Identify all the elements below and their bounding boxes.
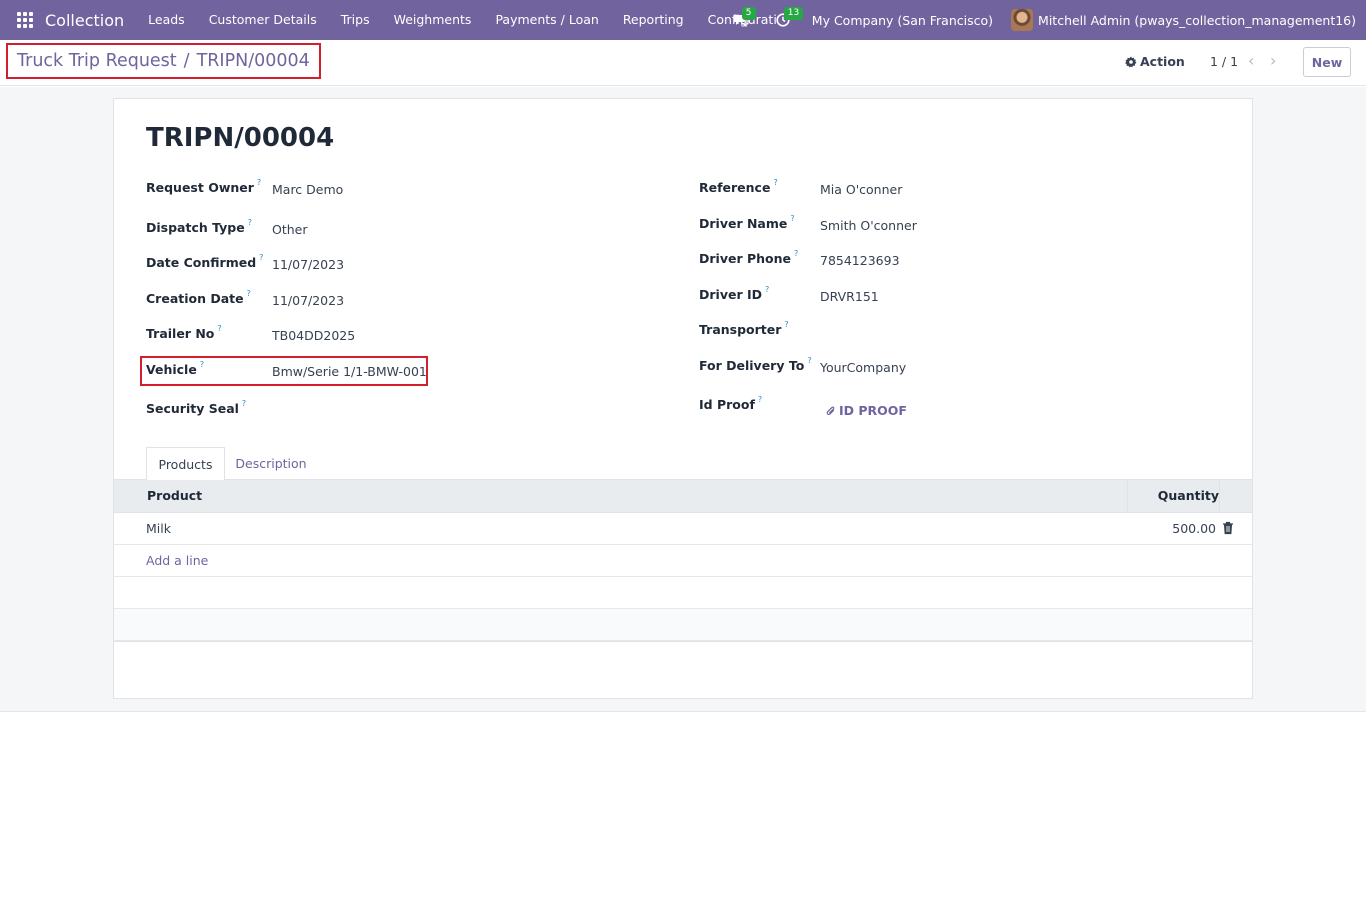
control-panel: Truck Trip Request / TRIPN/00004 Action … xyxy=(0,40,1366,86)
field-reference[interactable]: Mia O'conner xyxy=(820,182,902,197)
column-product[interactable]: Product xyxy=(147,488,202,503)
record-title: TRIPN/00004 xyxy=(146,123,335,153)
label-driver-name: Driver Name? xyxy=(699,214,795,231)
label-for-delivery-to: For Delivery To? xyxy=(699,356,812,373)
label-id-proof: Id Proof? xyxy=(699,395,763,412)
top-navbar: Collection Leads Customer Details Trips … xyxy=(0,0,1366,40)
label-vehicle: Vehicle? xyxy=(146,360,205,377)
cell-product[interactable]: Milk xyxy=(146,521,171,536)
messages-icon[interactable]: 5 xyxy=(728,0,756,40)
breadcrumb-current: TRIPN/00004 xyxy=(196,51,310,71)
user-name: Mitchell Admin (pways_collection_managem… xyxy=(1038,12,1356,28)
column-divider xyxy=(1127,480,1128,512)
field-driver-id[interactable]: DRVR151 xyxy=(820,289,879,304)
action-label: Action xyxy=(1140,54,1185,69)
new-button[interactable]: New xyxy=(1303,47,1351,77)
label-driver-phone: Driver Phone? xyxy=(699,249,799,266)
tab-products[interactable]: Products xyxy=(146,447,225,480)
trash-icon[interactable] xyxy=(1222,521,1234,535)
label-creation-date: Creation Date? xyxy=(146,289,251,306)
avatar xyxy=(1011,9,1034,31)
user-menu[interactable]: Mitchell Admin (pways_collection_managem… xyxy=(1011,9,1356,31)
action-button[interactable]: Action xyxy=(1125,54,1185,69)
field-creation-date[interactable]: 11/07/2023 xyxy=(272,293,344,308)
tab-description[interactable]: Description xyxy=(226,447,316,480)
label-request-owner: Request Owner? xyxy=(146,178,262,195)
activities-badge: 13 xyxy=(783,7,804,20)
label-reference: Reference? xyxy=(699,178,778,195)
field-trailer-no[interactable]: TB04DD2025 xyxy=(272,328,355,343)
pager-value[interactable]: 1 / 1 xyxy=(1210,54,1238,69)
pager-next-icon[interactable]: › xyxy=(1270,51,1276,70)
label-transporter: Transporter? xyxy=(699,320,789,337)
list-header: Product Quantity xyxy=(114,479,1252,513)
label-security-seal: Security Seal? xyxy=(146,399,247,416)
breadcrumb-parent[interactable]: Truck Trip Request xyxy=(17,51,177,71)
menu-payments-loan[interactable]: Payments / Loan xyxy=(483,0,610,40)
menu-trips[interactable]: Trips xyxy=(329,0,382,40)
column-quantity[interactable]: Quantity xyxy=(1158,488,1219,503)
apps-menu-icon[interactable] xyxy=(10,0,40,40)
label-dispatch-type: Dispatch Type? xyxy=(146,218,252,235)
messages-badge: 5 xyxy=(741,7,756,20)
id-proof-attachment[interactable]: ID PROOF xyxy=(826,403,907,418)
breadcrumb: Truck Trip Request / TRIPN/00004 xyxy=(6,43,321,79)
field-request-owner[interactable]: Marc Demo xyxy=(272,182,343,197)
menu-customer-details[interactable]: Customer Details xyxy=(197,0,329,40)
menu-leads[interactable]: Leads xyxy=(136,0,197,40)
field-driver-phone[interactable]: 7854123693 xyxy=(820,253,900,268)
list-footer xyxy=(114,641,1252,642)
field-driver-name[interactable]: Smith O'conner xyxy=(820,218,917,233)
company-switcher[interactable]: My Company (San Francisco) xyxy=(812,13,993,28)
cell-quantity[interactable]: 500.00 xyxy=(1172,521,1216,536)
column-divider xyxy=(1219,480,1220,512)
menu-reporting[interactable]: Reporting xyxy=(611,0,696,40)
gear-icon xyxy=(1125,56,1137,67)
field-vehicle[interactable]: Bmw/Serie 1/1-BMW-001 xyxy=(272,364,427,379)
label-trailer-no: Trailer No? xyxy=(146,324,222,341)
menu-weighments[interactable]: Weighments xyxy=(382,0,484,40)
field-dispatch-type[interactable]: Other xyxy=(272,222,308,237)
table-row[interactable]: Milk 500.00 xyxy=(114,513,1252,545)
activities-clock-icon[interactable]: 13 xyxy=(770,0,804,40)
paperclip-icon xyxy=(826,405,835,415)
label-driver-id: Driver ID? xyxy=(699,285,770,302)
breadcrumb-separator: / xyxy=(183,51,190,71)
table-row: Add a line xyxy=(114,545,1252,577)
app-brand[interactable]: Collection xyxy=(45,11,124,30)
pager-previous-icon[interactable]: ‹ xyxy=(1248,51,1254,70)
label-date-confirmed: Date Confirmed? xyxy=(146,253,264,270)
table-row xyxy=(114,577,1252,609)
field-date-confirmed[interactable]: 11/07/2023 xyxy=(272,257,344,272)
id-proof-label: ID PROOF xyxy=(839,403,907,418)
field-for-delivery-to[interactable]: YourCompany xyxy=(820,360,906,375)
add-line-link[interactable]: Add a line xyxy=(146,553,208,568)
table-row xyxy=(114,609,1252,641)
